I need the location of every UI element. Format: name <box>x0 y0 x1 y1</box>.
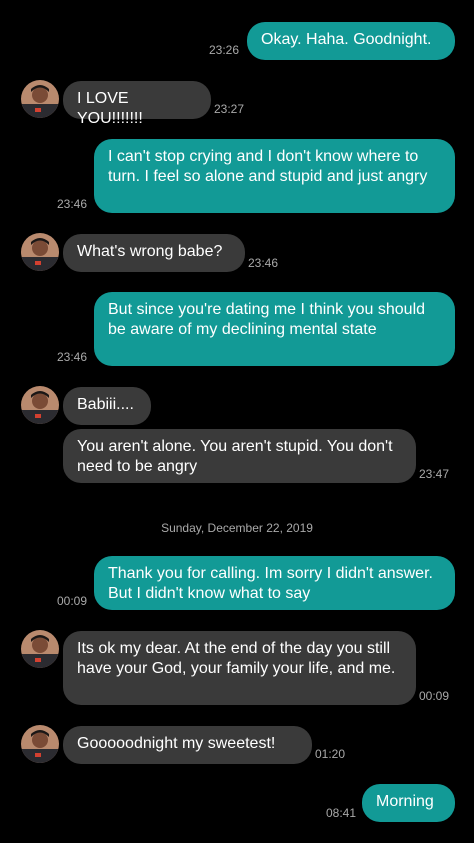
message-timestamp: 01:20 <box>315 747 346 761</box>
date-separator: Sunday, December 22, 2019 <box>161 521 313 535</box>
chat-thread[interactable]: Okay. Haha. Goodnight. 23:26 I LOVE YOU!… <box>0 0 474 843</box>
message-timestamp: 23:46 <box>57 197 88 211</box>
sent-message[interactable]: But since you're dating me I think you s… <box>94 292 455 366</box>
contact-avatar[interactable] <box>21 725 59 763</box>
received-message[interactable]: You aren't alone. You aren't stupid. You… <box>63 429 416 483</box>
sent-message[interactable]: Okay. Haha. Goodnight. <box>247 22 455 60</box>
received-message[interactable]: I LOVE YOU!!!!!!! <box>63 81 211 127</box>
contact-avatar[interactable] <box>21 386 59 424</box>
message-timestamp: 23:27 <box>214 102 245 116</box>
message-timestamp: 23:26 <box>209 43 240 57</box>
message-timestamp: 23:47 <box>419 467 450 481</box>
message-timestamp: 00:09 <box>419 689 450 703</box>
message-timestamp: 23:46 <box>57 350 88 364</box>
message-timestamp: 08:41 <box>326 806 357 820</box>
message-timestamp: 23:46 <box>248 256 279 270</box>
received-message[interactable]: Its ok my dear. At the end of the day yo… <box>63 631 416 705</box>
contact-avatar[interactable] <box>21 80 59 118</box>
received-message[interactable]: Babiii.... <box>63 387 151 425</box>
contact-avatar[interactable] <box>21 630 59 668</box>
contact-avatar[interactable] <box>21 233 59 271</box>
received-message[interactable]: What's wrong babe? <box>63 234 245 272</box>
message-timestamp: 00:09 <box>57 594 88 608</box>
received-message[interactable]: Gooooodnight my sweetest! <box>63 726 312 764</box>
sent-message[interactable]: Morning <box>362 784 455 822</box>
sent-message[interactable]: I can't stop crying and I don't know whe… <box>94 139 455 213</box>
sent-message[interactable]: Thank you for calling. Im sorry I didn't… <box>94 556 455 610</box>
